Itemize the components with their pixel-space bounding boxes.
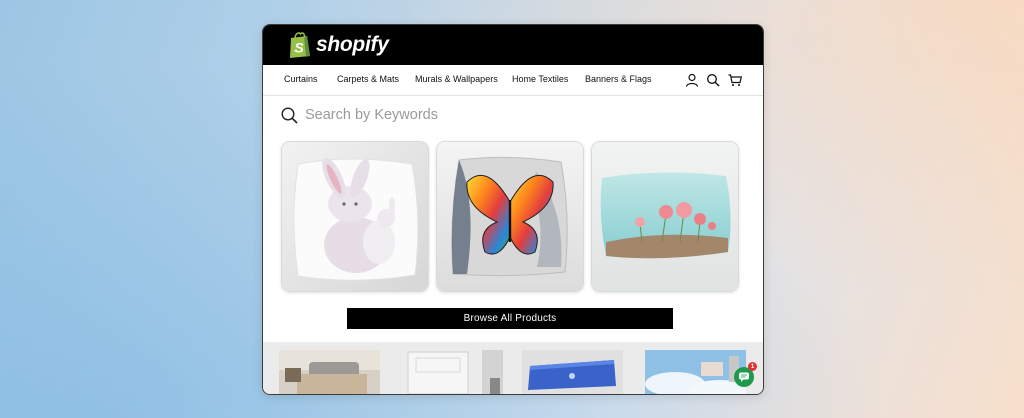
- product-card-bunny-pillow[interactable]: [281, 141, 429, 292]
- shopify-bag-icon: S: [290, 32, 310, 58]
- category-thumb-sky-mural[interactable]: [645, 350, 746, 394]
- chat-notification-badge: 1: [748, 362, 757, 371]
- svg-text:S: S: [294, 40, 304, 56]
- browse-all-products-button[interactable]: Browse All Products: [347, 308, 673, 329]
- top-bar: S shopify: [263, 25, 763, 65]
- browser-window: S shopify Curtains Carpets & Mats Murals…: [262, 24, 764, 395]
- search-bar[interactable]: Search by Keywords: [281, 104, 438, 126]
- brand-name: shopify: [316, 32, 389, 56]
- nav-item-carpets-mats[interactable]: Carpets & Mats: [337, 74, 399, 84]
- nav-item-curtains[interactable]: Curtains: [284, 74, 318, 84]
- category-thumb-door[interactable]: [402, 350, 503, 394]
- category-thumb-sofa-room[interactable]: [279, 350, 380, 394]
- product-card-butterfly-pillow[interactable]: [436, 141, 584, 292]
- category-strip: [263, 342, 763, 394]
- nav-item-murals-wallpapers[interactable]: Murals & Wallpapers: [415, 74, 498, 84]
- shopify-logo[interactable]: S shopify: [288, 31, 389, 59]
- search-icon[interactable]: [706, 73, 720, 87]
- category-thumb-blue-banner[interactable]: [522, 350, 623, 394]
- main-nav: Curtains Carpets & Mats Murals & Wallpap…: [263, 65, 763, 96]
- cart-icon[interactable]: [728, 73, 742, 87]
- product-card-poppy-pillow[interactable]: [591, 141, 739, 292]
- product-image: [592, 142, 738, 291]
- nav-item-banners-flags[interactable]: Banners & Flags: [585, 74, 652, 84]
- user-icon[interactable]: [685, 73, 699, 87]
- search-icon: [281, 106, 298, 124]
- product-image: [282, 142, 428, 291]
- nav-item-home-textiles[interactable]: Home Textiles: [512, 74, 568, 84]
- product-image: [437, 142, 583, 291]
- search-input[interactable]: Search by Keywords: [305, 107, 438, 123]
- chat-icon: [739, 372, 749, 382]
